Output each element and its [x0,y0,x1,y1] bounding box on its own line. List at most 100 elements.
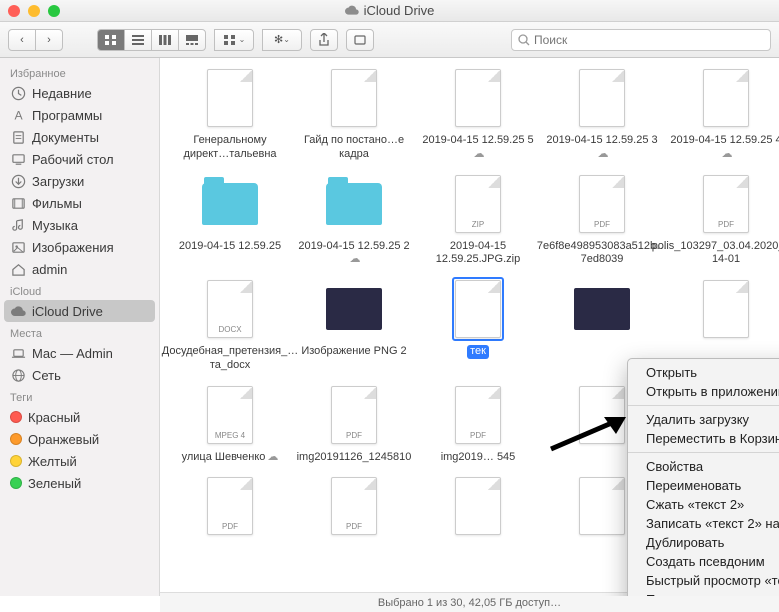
file-item-15[interactable]: MPEG 4улица Шевченко☁ [172,383,288,465]
file-item-11[interactable]: Изображение PNG 2 [296,277,412,373]
document-icon [455,477,501,535]
document-icon: PDF [579,175,625,233]
sidebar-item-tag-2[interactable]: Желтый [0,450,159,472]
document-icon: DOCX [207,280,253,338]
sidebar-item-loc-1[interactable]: Сеть [0,364,159,386]
menu-item-13[interactable]: Поделиться [628,590,779,596]
file-item-0[interactable]: Генеральному директ…тальевна [172,66,288,162]
sidebar-item-fav-3[interactable]: Рабочий стол [0,148,159,170]
menu-item-12[interactable]: Быстрый просмотр «текст 2» [628,571,779,590]
action-group: ✻ ⌄ [262,29,302,51]
sidebar-label: iCloud Drive [32,304,103,319]
sidebar-label: Красный [28,410,80,425]
sidebar-item-fav-6[interactable]: Музыка [0,214,159,236]
sidebar-item-fav-1[interactable]: A Программы [0,104,159,126]
sidebar-label: Желтый [28,454,77,469]
movies-icon [10,195,26,211]
menu-item-7[interactable]: Переименовать [628,476,779,495]
sidebar-item-icloud-0[interactable]: iCloud Drive [4,300,155,322]
sidebar-item-fav-2[interactable]: Документы [0,126,159,148]
sidebar-item-tag-0[interactable]: Красный [0,406,159,428]
menu-separator [628,452,779,453]
file-item-17[interactable]: PDFimg2019… 545 [420,383,536,465]
home-icon [10,261,26,277]
menu-item-3[interactable]: Удалить загрузку [628,410,779,429]
gallery-view-button[interactable] [178,29,206,51]
sidebar-head-tags: Теги [0,386,159,406]
file-name: 7e6f8e498953083a512b…7ed8039 [537,240,667,268]
file-name: 2019-04-15 12.59.25 5☁ [420,134,536,162]
menu-item-6[interactable]: Свойства [628,457,779,476]
cloud-download-icon: ☁ [474,148,485,160]
action-button[interactable]: ✻ ⌄ [262,29,302,51]
apps-icon: A [10,107,26,123]
file-item-12[interactable]: тек [420,277,536,373]
arrange-group: ⌄ [214,29,254,51]
sidebar-label: Фильмы [32,196,82,211]
sidebar-item-fav-0[interactable]: Недавние [0,82,159,104]
menu-item-10[interactable]: Дублировать [628,533,779,552]
file-item-21[interactable]: PDF [296,474,412,542]
sidebar-label: admin [32,262,67,277]
sidebar-label: Изображения [32,240,114,255]
tags-button[interactable] [346,29,374,51]
file-item-10[interactable]: DOCXДосудебная_претензия_…та_docx [172,277,288,373]
menu-item-9[interactable]: Записать «текст 2» на диск… [628,514,779,533]
arrange-button[interactable]: ⌄ [214,29,254,51]
document-icon: ZIP [455,175,501,233]
back-button[interactable]: ‹ [8,29,36,51]
column-view-button[interactable] [151,29,179,51]
file-item-9[interactable]: PDFpolis_103297_03.04.2020_12-14-01 [668,172,779,268]
menu-item-1[interactable]: Открыть в приложении [628,382,779,401]
status-text: Выбрано 1 из 30, 42,05 ГБ доступ… [378,597,561,609]
forward-button[interactable]: › [35,29,63,51]
menu-item-4[interactable]: Переместить в Корзину [628,429,779,448]
document-icon [703,69,749,127]
file-item-20[interactable]: PDF [172,474,288,542]
sidebar-item-fav-8[interactable]: admin [0,258,159,280]
file-name: 2019-04-15 12.59.25.JPG.zip [420,240,536,268]
file-item-4[interactable]: 2019-04-15 12.59.25 4☁ [668,66,779,162]
file-item-22[interactable] [420,474,536,542]
sidebar-head-locations: Места [0,322,159,342]
file-name: улица Шевченко☁ [182,451,279,465]
file-item-2[interactable]: 2019-04-15 12.59.25 5☁ [420,66,536,162]
file-item-1[interactable]: Гайд по постано…е кадра [296,66,412,162]
sidebar-item-tag-1[interactable]: Оранжевый [0,428,159,450]
document-icon [455,69,501,127]
sidebar-label: Программы [32,108,102,123]
menu-item-8[interactable]: Сжать «текст 2» [628,495,779,514]
cloud-download-icon: ☁ [267,451,278,463]
list-view-button[interactable] [124,29,152,51]
file-item-16[interactable]: PDF img20191126_1245810 [296,383,412,465]
document-icon: PDF [331,386,377,444]
window-title: iCloud Drive [0,3,779,18]
sidebar-item-loc-0[interactable]: Mac — Admin [0,342,159,364]
sidebar-item-fav-4[interactable]: Загрузки [0,170,159,192]
sidebar-item-fav-7[interactable]: Изображения [0,236,159,258]
sidebar-label: Зеленый [28,476,81,491]
image-icon [574,288,630,330]
share-button[interactable] [310,29,338,51]
icon-view-button[interactable] [97,29,125,51]
search-input[interactable] [534,33,764,47]
file-item-6[interactable]: 2019-04-15 12.59.25 2☁ [296,172,412,268]
sidebar-item-fav-5[interactable]: Фильмы [0,192,159,214]
folder-icon [202,183,258,225]
menu-item-0[interactable]: Открыть [628,363,779,382]
pictures-icon [10,239,26,255]
sidebar-item-tag-3[interactable]: Зеленый [0,472,159,494]
globe-icon [10,367,26,383]
cloud-download-icon: ☁ [598,148,609,160]
menu-item-11[interactable]: Создать псевдоним [628,552,779,571]
search-field[interactable] [511,29,771,51]
file-item-7[interactable]: ZIP 2019-04-15 12.59.25.JPG.zip [420,172,536,268]
file-item-8[interactable]: PDF7e6f8e498953083a512b…7ed8039 [544,172,660,268]
file-name: img20191126_1245810 [297,451,412,465]
file-item-5[interactable]: 2019-04-15 12.59.25 [172,172,288,268]
file-name: 2019-04-15 12.59.25 2☁ [296,240,412,268]
sidebar-label: Документы [32,130,99,145]
file-browser[interactable]: Генеральному директ…тальевнаГайд по пост… [160,58,779,596]
sidebar-label: Оранжевый [28,432,99,447]
file-item-3[interactable]: 2019-04-15 12.59.25 3☁ [544,66,660,162]
